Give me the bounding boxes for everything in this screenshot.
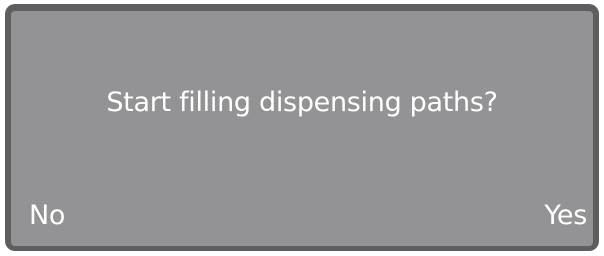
display-screen: Start filling dispensing paths? No Yes	[11, 11, 593, 246]
yes-option[interactable]: Yes	[544, 200, 587, 231]
no-option[interactable]: No	[29, 200, 65, 231]
device-frame: Start filling dispensing paths? No Yes	[0, 0, 604, 256]
confirmation-message: Start filling dispensing paths?	[106, 87, 498, 118]
